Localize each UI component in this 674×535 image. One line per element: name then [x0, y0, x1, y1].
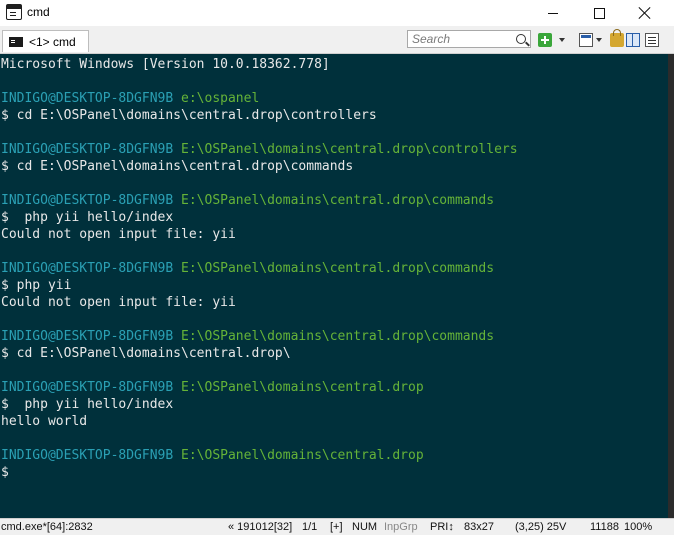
output-line: hello world [1, 414, 88, 429]
console-list-button[interactable] [579, 33, 593, 47]
close-button[interactable] [622, 0, 668, 26]
prompt-user: INDIGO@DESKTOP-8DGFN9B [1, 142, 174, 157]
status-inpgrp: InpGrp [384, 521, 418, 533]
command-line: $ cd E:\OSPanel\domains\central.drop\ [1, 346, 291, 361]
prompt-line: INDIGO@DESKTOP-8DGFN9B E:\OSPanel\domain… [1, 192, 494, 209]
lock-icon[interactable] [610, 29, 624, 47]
close-icon [639, 7, 651, 19]
prompt-path: E:\OSPanel\domains\central.drop [181, 380, 424, 395]
output-line: Could not open input file: yii [1, 295, 236, 310]
prompt-line: INDIGO@DESKTOP-8DGFN9B E:\OSPanel\domain… [1, 447, 424, 464]
prompt-line: INDIGO@DESKTOP-8DGFN9B E:\OSPanel\domain… [1, 379, 424, 396]
prompt-path: E:\OSPanel\domains\central.drop\commands [181, 261, 495, 276]
tab-toolbar: <1> cmd [0, 26, 674, 54]
status-size: 83x27 [464, 521, 494, 533]
console-list-dropdown-icon[interactable] [596, 38, 602, 42]
prompt-line: INDIGO@DESKTOP-8DGFN9B E:\OSPanel\domain… [1, 141, 518, 158]
output-line: Could not open input file: yii [1, 227, 236, 242]
prompt-line: INDIGO@DESKTOP-8DGFN9B e:\ospanel [1, 90, 259, 107]
search-icon[interactable] [516, 34, 526, 44]
cmd-app-icon [6, 4, 22, 20]
maximize-icon [593, 7, 605, 19]
status-zoom: 100% [624, 521, 653, 533]
minimize-button[interactable] [530, 0, 576, 26]
tab-label: <1> cmd [29, 34, 76, 49]
console-header: Microsoft Windows [Version 10.0.18362.77… [1, 57, 330, 72]
command-line: $ cd E:\OSPanel\domains\central.drop\com… [1, 159, 354, 174]
status-plus: [+] [330, 521, 343, 533]
menu-button[interactable] [645, 33, 659, 47]
window-title: cmd [27, 5, 50, 19]
command-line: $ php yii hello/index [1, 397, 174, 412]
prompt-user: INDIGO@DESKTOP-8DGFN9B [1, 91, 174, 106]
command-line: $ cd E:\OSPanel\domains\central.drop\con… [1, 108, 377, 123]
status-page: 1/1 [302, 521, 318, 533]
status-num: NUM [352, 521, 378, 533]
console-icon [9, 36, 23, 47]
prompt-path: E:\OSPanel\domains\central.drop\controll… [181, 142, 518, 157]
prompt-user: INDIGO@DESKTOP-8DGFN9B [1, 329, 174, 344]
prompt-user: INDIGO@DESKTOP-8DGFN9B [1, 380, 174, 395]
title-bar: cmd [0, 0, 674, 26]
status-process[interactable]: cmd.exe*[64]:2832 [1, 521, 93, 533]
new-console-button[interactable] [538, 33, 552, 47]
split-view-button[interactable] [626, 33, 640, 47]
prompt-line: INDIGO@DESKTOP-8DGFN9B E:\OSPanel\domain… [1, 260, 494, 277]
status-position: « 191012[32] [228, 521, 293, 533]
console-output[interactable]: Microsoft Windows [Version 10.0.18362.77… [0, 54, 668, 518]
maximize-button[interactable] [576, 0, 622, 26]
prompt-path: E:\OSPanel\domains\central.drop [181, 448, 424, 463]
command-line: $ php yii hello/index [1, 210, 174, 225]
status-pri: PRI↕ [430, 521, 454, 533]
minimize-icon [548, 12, 558, 14]
prompt-user: INDIGO@DESKTOP-8DGFN9B [1, 193, 174, 208]
prompt-line: INDIGO@DESKTOP-8DGFN9B E:\OSPanel\domain… [1, 328, 494, 345]
prompt-path: E:\OSPanel\domains\central.drop\commands [181, 329, 495, 344]
status-bar: cmd.exe*[64]:2832 « 191012[32] 1/1 [+] N… [0, 518, 674, 535]
command-line: $ php yii [1, 278, 72, 293]
status-cursor: (3,25) 25V [515, 521, 567, 533]
status-pid: 11188 [590, 521, 619, 533]
prompt-path: E:\OSPanel\domains\central.drop\commands [181, 193, 495, 208]
prompt-user: INDIGO@DESKTOP-8DGFN9B [1, 448, 174, 463]
scrollbar[interactable] [668, 54, 674, 518]
command-prompt-cursor: $ [1, 465, 9, 480]
tab-cmd[interactable]: <1> cmd [2, 30, 89, 52]
new-console-dropdown-icon[interactable] [559, 38, 565, 42]
prompt-user: INDIGO@DESKTOP-8DGFN9B [1, 261, 174, 276]
prompt-path: e:\ospanel [181, 91, 260, 106]
search-input[interactable] [407, 30, 531, 48]
